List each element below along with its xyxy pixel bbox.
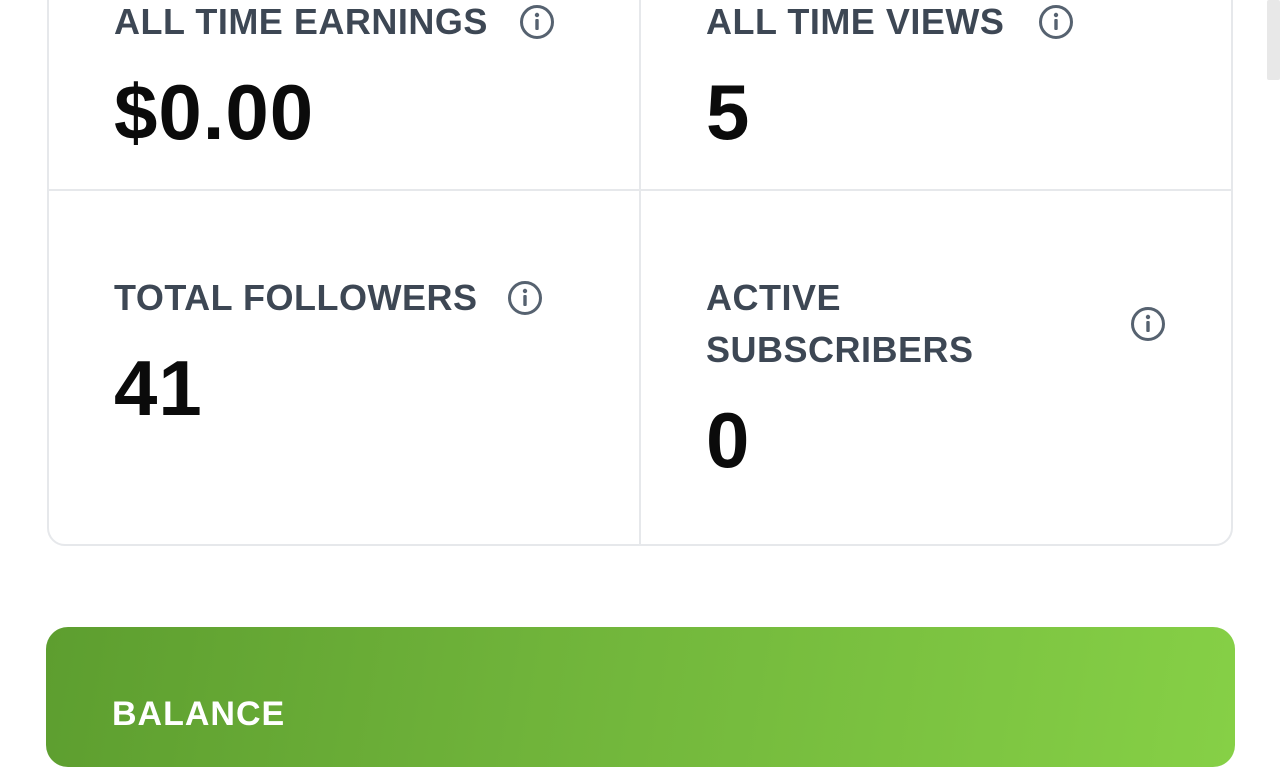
stats-divider-vertical <box>639 0 641 544</box>
info-icon[interactable] <box>519 4 555 40</box>
info-icon[interactable] <box>507 280 543 316</box>
info-icon[interactable] <box>1038 4 1074 40</box>
stat-subscribers: ACTIVE SUBSCRIBERS <box>706 272 974 376</box>
stat-followers-value: 41 <box>114 344 203 432</box>
stat-earnings: ALL TIME EARNINGS <box>114 0 488 48</box>
balance-card: BALANCE <box>46 627 1235 767</box>
stat-subscribers-label-line1: ACTIVE <box>706 277 842 318</box>
stat-views-value-wrap: 5 <box>706 72 750 152</box>
stat-followers-value-wrap: 41 <box>114 348 203 428</box>
stat-views-value: 5 <box>706 68 751 156</box>
stat-subscribers-value-wrap: 0 <box>706 400 750 480</box>
stat-followers: TOTAL FOLLOWERS <box>114 272 477 324</box>
scrollbar-thumb[interactable] <box>1267 0 1280 80</box>
stat-subscribers-value: 0 <box>706 396 751 484</box>
stat-followers-label: TOTAL FOLLOWERS <box>114 277 478 318</box>
stat-earnings-value: $0.00 <box>114 68 315 156</box>
info-icon[interactable] <box>1130 306 1166 342</box>
stat-earnings-value-wrap: $0.00 <box>114 72 314 152</box>
balance-label: BALANCE <box>112 695 286 733</box>
stat-views: ALL TIME VIEWS <box>706 0 1004 48</box>
stat-earnings-label: ALL TIME EARNINGS <box>114 1 488 42</box>
stat-views-label: ALL TIME VIEWS <box>706 1 1005 42</box>
stats-divider-horizontal <box>49 189 1231 191</box>
stat-subscribers-label-line2: SUBSCRIBERS <box>706 329 974 370</box>
